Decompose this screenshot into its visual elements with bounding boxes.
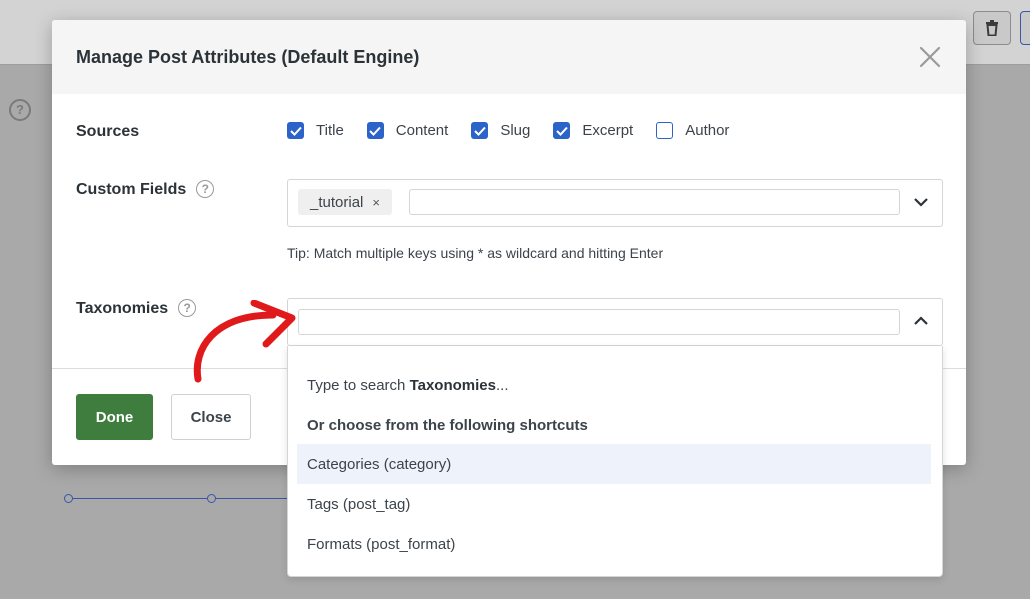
annotation-arrow-icon xyxy=(193,300,296,383)
sources-label: Sources xyxy=(76,123,140,140)
custom-fields-label-row: Custom Fields? xyxy=(76,180,215,199)
dropdown-hint-suffix: ... xyxy=(495,377,509,394)
custom-field-tag: _tutorial × xyxy=(298,189,392,215)
custom-fields-select[interactable]: _tutorial × xyxy=(287,179,943,227)
custom-fields-tip: Tip: Match multiple keys using * as wild… xyxy=(287,245,664,261)
close-button[interactable]: Close xyxy=(171,394,251,440)
custom-field-tag-label: _tutorial xyxy=(310,193,364,211)
taxonomies-label: Taxonomies xyxy=(76,300,169,317)
source-title-label: Title xyxy=(316,122,344,139)
source-content-label: Content xyxy=(395,122,449,139)
background-connector-node xyxy=(207,494,216,503)
chevron-down-icon[interactable] xyxy=(912,193,930,211)
background-connector-line xyxy=(68,498,298,499)
modal-header: Manage Post Attributes (Default Engine) xyxy=(52,20,966,94)
dropdown-search-hint: Type to search Taxonomies... xyxy=(307,377,509,394)
checkmark-icon xyxy=(556,126,568,136)
source-author-option[interactable]: Author xyxy=(656,122,729,139)
dropdown-hint-prefix: Type to search xyxy=(307,377,410,394)
taxonomies-dropdown: Type to search Taxonomies... Or choose f… xyxy=(287,346,943,577)
checkbox-checked[interactable] xyxy=(287,122,304,139)
done-button[interactable]: Done xyxy=(76,394,153,440)
taxonomies-label-row: Taxonomies? xyxy=(76,299,197,318)
source-title-option[interactable]: Title xyxy=(287,122,344,139)
source-slug-option[interactable]: Slug xyxy=(471,122,530,139)
checkbox-checked[interactable] xyxy=(366,122,384,139)
background-help-icon: ? xyxy=(9,99,31,121)
checkbox-unchecked[interactable] xyxy=(656,122,674,139)
tag-remove-icon[interactable]: × xyxy=(372,195,380,210)
close-icon[interactable] xyxy=(918,45,942,69)
checkmark-icon xyxy=(369,126,382,136)
source-slug-label: Slug xyxy=(500,122,531,139)
help-icon[interactable]: ? xyxy=(196,180,215,198)
modal-title: Manage Post Attributes (Default Engine) xyxy=(76,47,420,67)
chevron-up-icon[interactable] xyxy=(912,312,930,330)
custom-fields-search-input[interactable] xyxy=(409,189,900,215)
checkmark-icon xyxy=(289,126,302,136)
source-excerpt-label: Excerpt xyxy=(582,122,634,139)
dropdown-hint-bold: Taxonomies xyxy=(409,377,496,394)
trash-button[interactable] xyxy=(973,11,1011,45)
dropdown-shortcuts-heading: Or choose from the following shortcuts xyxy=(307,417,588,434)
custom-fields-label: Custom Fields xyxy=(76,181,187,198)
trash-icon xyxy=(986,20,998,36)
source-content-option[interactable]: Content xyxy=(366,122,449,139)
taxonomies-select[interactable] xyxy=(287,298,943,346)
source-excerpt-option[interactable]: Excerpt xyxy=(553,122,633,139)
background-connector-node xyxy=(64,494,73,503)
checkbox-checked[interactable] xyxy=(553,122,571,139)
background-button[interactable] xyxy=(1020,11,1030,45)
dropdown-option-formats[interactable]: Formats (post_format) xyxy=(297,524,931,564)
taxonomies-search-input[interactable] xyxy=(298,309,900,335)
source-author-label: Author xyxy=(685,122,730,139)
checkmark-icon xyxy=(474,126,486,136)
dropdown-option-categories[interactable]: Categories (category) xyxy=(297,444,931,484)
dropdown-option-tags[interactable]: Tags (post_tag) xyxy=(297,484,931,524)
checkbox-checked[interactable] xyxy=(471,122,489,139)
sources-checkbox-group: Title Content Slug Excerpt Author xyxy=(287,122,752,139)
